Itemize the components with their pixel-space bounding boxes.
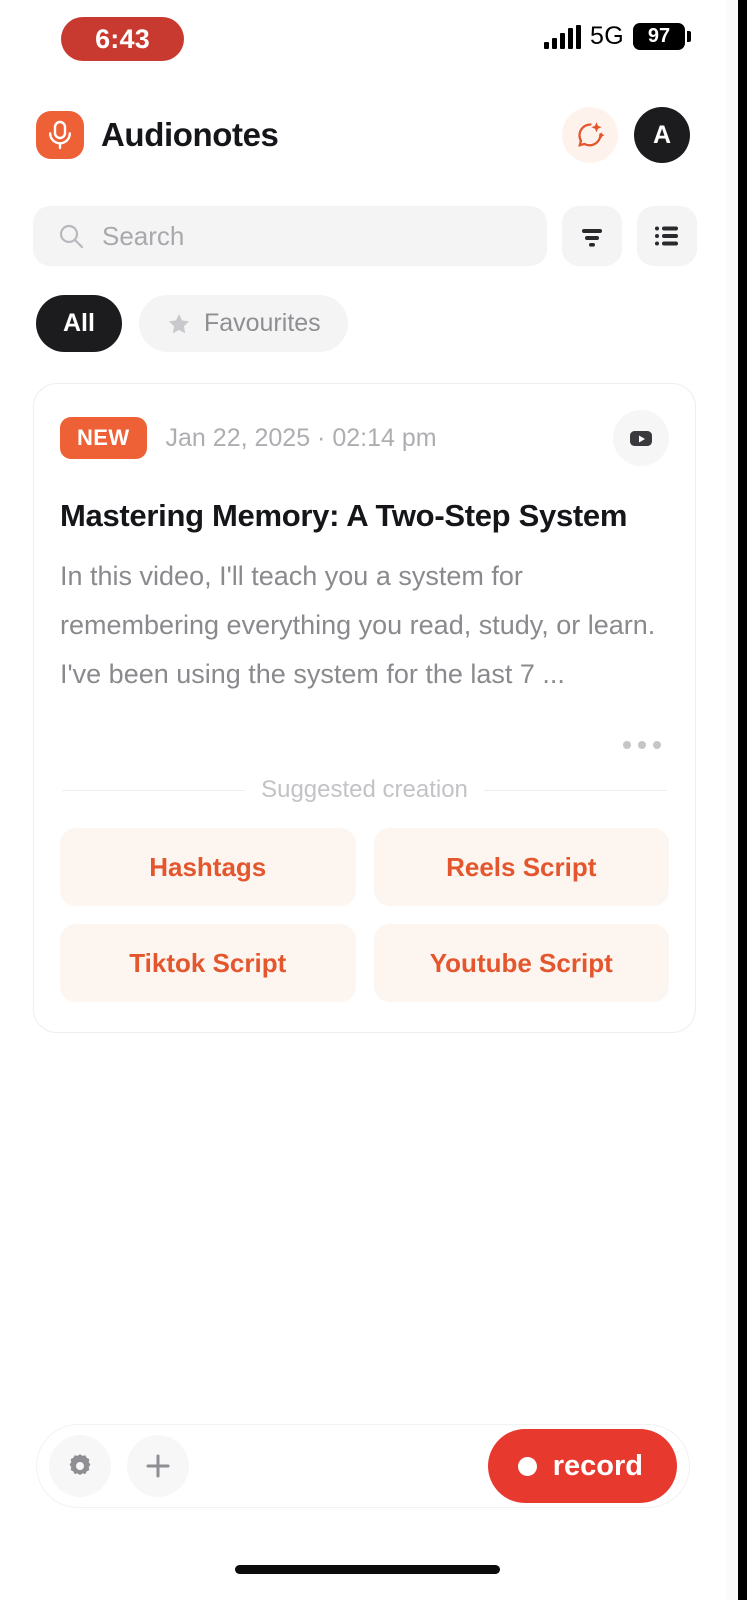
filter-chip-favourites-label: Favourites — [203, 309, 321, 337]
more-horizontal-icon-dot — [623, 741, 631, 749]
suggestion-reels-script-button[interactable]: Reels Script — [373, 828, 669, 906]
note-preview-text: In this video, I'll teach you a system f… — [60, 561, 656, 689]
youtube-play-icon — [630, 431, 652, 446]
recording-time-pill[interactable]: 6:43 — [61, 17, 184, 61]
phone-screen: 6:43 5G 97 Audionotes A Search All Favou… — [0, 0, 747, 1600]
suggestion-tiktok-script-button[interactable]: Tiktok Script — [60, 924, 356, 1002]
note-card-header: NEW Jan 22, 2025 · 02:14 pm — [60, 410, 669, 466]
microphone-icon — [49, 120, 71, 150]
network-label: 5G — [590, 22, 624, 50]
add-button[interactable] — [127, 1435, 189, 1497]
settings-button[interactable] — [49, 1435, 111, 1497]
battery-level: 97 — [647, 25, 671, 47]
suggestion-youtube-script-button[interactable]: Youtube Script — [373, 924, 669, 1002]
filter-chips: All Favourites — [36, 295, 348, 352]
filter-icon — [582, 229, 602, 247]
bezel-gap — [726, 0, 738, 1600]
suggested-creation-label: Suggested creation — [261, 776, 468, 803]
search-icon — [59, 224, 84, 249]
home-indicator — [235, 1565, 500, 1574]
ai-sparkle-chat-icon — [578, 122, 605, 147]
plus-icon — [146, 1454, 170, 1478]
ai-assistant-button[interactable] — [562, 107, 618, 163]
note-more-button[interactable] — [60, 741, 669, 749]
avatar-initial: A — [652, 120, 672, 149]
list-view-icon — [655, 226, 678, 246]
filter-button[interactable] — [562, 206, 622, 266]
page-title: Audionotes — [101, 116, 279, 153]
suggested-creation-grid: Hashtags Reels Script Tiktok Script Yout… — [60, 828, 669, 1002]
note-timestamp: Jan 22, 2025 · 02:14 pm — [165, 423, 437, 452]
filter-chip-all[interactable]: All — [36, 295, 122, 352]
status-indicators: 5G 97 — [544, 22, 691, 51]
status-badge: NEW — [60, 417, 147, 459]
app-logo — [36, 111, 84, 159]
filter-chip-all-label: All — [63, 309, 95, 337]
source-play-button[interactable] — [613, 410, 669, 466]
more-horizontal-icon-dot — [653, 741, 661, 749]
device-bezel-right — [738, 0, 747, 1600]
more-horizontal-icon-dot — [638, 741, 646, 749]
note-card[interactable]: NEW Jan 22, 2025 · 02:14 pm Mastering Me… — [33, 383, 696, 1033]
avatar[interactable]: A — [634, 107, 690, 163]
app-header: Audionotes A — [36, 104, 690, 166]
battery-icon: 97 — [633, 23, 691, 50]
search-input[interactable]: Search — [33, 206, 547, 266]
signal-bars-icon — [544, 24, 582, 49]
record-dot-icon — [517, 1456, 537, 1476]
note-title: Mastering Memory: A Two-Step System — [60, 498, 628, 533]
search-row: Search — [33, 206, 697, 266]
divider-right — [483, 789, 667, 791]
bottom-toolbar: record — [36, 1424, 690, 1508]
suggested-creation-divider: Suggested creation — [60, 776, 669, 804]
status-bar: 6:43 5G 97 — [0, 0, 726, 88]
divider-left — [62, 789, 246, 791]
suggestion-hashtags-button[interactable]: Hashtags — [60, 828, 356, 906]
record-button[interactable]: record — [487, 1429, 677, 1503]
filter-chip-favourites[interactable]: Favourites — [138, 295, 348, 352]
record-button-label: record — [552, 1449, 643, 1482]
list-view-button[interactable] — [637, 206, 697, 266]
search-placeholder: Search — [102, 220, 185, 251]
star-icon — [168, 313, 189, 333]
header-actions: A — [562, 107, 690, 163]
gear-icon — [69, 1454, 91, 1475]
status-time: 6:43 — [95, 23, 150, 54]
